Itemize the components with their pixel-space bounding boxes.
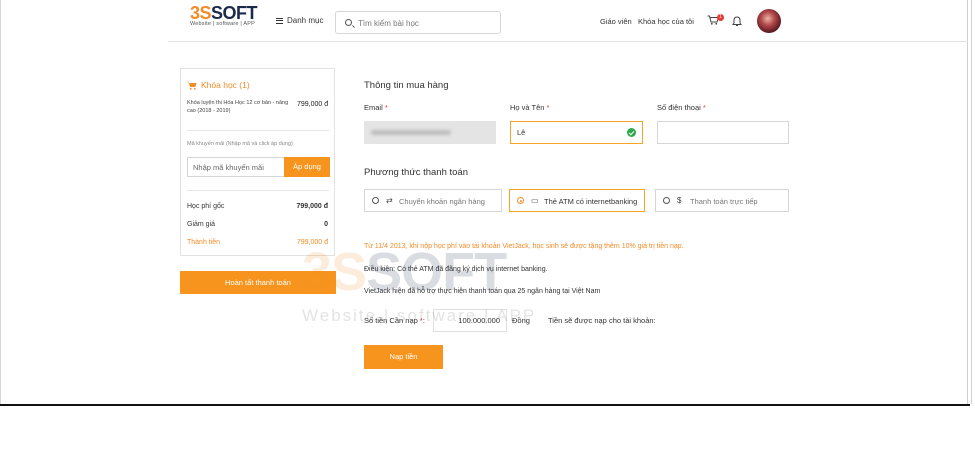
- promo-note: Từ 11/4 2013, khi nộp học phí vào tài kh…: [364, 243, 684, 250]
- radio-selected-icon: [517, 197, 524, 204]
- payment-option-label: Thẻ ATM có internetbanking: [544, 197, 638, 206]
- order-summary-title: Khóa học (1): [187, 80, 250, 90]
- promo-code-input[interactable]: [187, 157, 285, 177]
- transfer-icon: ⇄: [386, 196, 393, 205]
- payment-option-direct[interactable]: $ Thanh toán trực tiếp: [655, 189, 789, 212]
- phone-field[interactable]: [657, 121, 789, 144]
- amount-unit: Đồng: [512, 316, 530, 325]
- user-avatar[interactable]: [757, 9, 781, 33]
- amount-label: Số tiền Cần nạp *:: [364, 316, 425, 325]
- radio-icon: [372, 197, 379, 204]
- phone-label: Số điện thoại *: [657, 103, 706, 112]
- name-label: Họ và Tên *: [510, 103, 550, 112]
- search-box[interactable]: [335, 11, 501, 34]
- bell-icon[interactable]: [732, 16, 742, 27]
- check-icon: [627, 128, 636, 137]
- bank-support-note: VietJack hiện đã hỗ trợ thực hiện thanh …: [364, 288, 601, 295]
- payment-option-label: Chuyển khoản ngân hàng: [399, 197, 485, 206]
- total-label: Thành tiền: [187, 239, 221, 246]
- site-logo[interactable]: 3SSOFT Website | software | APP: [190, 3, 270, 27]
- payment-option-label: Thanh toán trực tiếp: [690, 197, 758, 206]
- divider: [187, 190, 329, 191]
- divider: [187, 130, 329, 131]
- topup-button[interactable]: Nạp tiền: [364, 345, 443, 369]
- page-frame: 3SSOFT Website | software | APP Danh mục…: [0, 0, 975, 456]
- condition-note: Điều kiện: Có thẻ ATM đã đăng ký dịch vụ…: [364, 266, 548, 273]
- promo-hint: Mã khuyến mãi (Nhập mã và click áp dụng): [187, 141, 293, 147]
- payment-option-bank-transfer[interactable]: ⇄ Chuyển khoản ngân hàng: [364, 189, 502, 212]
- logo-tagline: Website | software | APP: [190, 21, 256, 27]
- complete-payment-button[interactable]: Hoàn tất thanh toán: [180, 271, 336, 294]
- course-name: Khóa luyện thi Hóa Học 12 cơ bản - nâng …: [187, 100, 289, 114]
- search-input[interactable]: [358, 16, 496, 30]
- email-field[interactable]: [364, 121, 496, 144]
- dollar-icon: $: [677, 196, 682, 205]
- course-price: 799,000 đ: [297, 101, 329, 108]
- amount-input[interactable]: 100.000.000: [433, 309, 507, 332]
- order-summary-card: Khóa học (1) Khóa luyện thi Hóa Học 12 c…: [180, 68, 335, 256]
- scrollbar-track[interactable]: [967, 0, 968, 404]
- payment-method-title: Phương thức thanh toán: [364, 167, 468, 178]
- top-header: 3SSOFT Website | software | APP Danh mục…: [168, 0, 968, 42]
- apply-promo-button[interactable]: Áp dụng: [284, 157, 330, 177]
- email-label: Email *: [364, 103, 388, 112]
- right-edge-line: [971, 0, 972, 404]
- purchase-info-title: Thông tin mua hàng: [364, 80, 449, 91]
- nav-link-my-courses[interactable]: Khóa học của tôi: [638, 17, 694, 26]
- search-icon: [345, 19, 352, 26]
- total-value: 799,000 đ: [296, 239, 328, 246]
- original-fee-label: Học phí gốc: [187, 203, 225, 210]
- category-menu-button[interactable]: Danh mục: [276, 16, 323, 25]
- hamburger-icon: [276, 17, 283, 24]
- cart-icon: [187, 81, 197, 90]
- nav-link-teacher[interactable]: Giáo viên: [600, 17, 632, 26]
- discount-label: Giảm giá: [187, 221, 216, 228]
- discount-value: 0: [324, 221, 328, 228]
- card-icon: ▭: [531, 196, 539, 205]
- bottom-divider: [0, 404, 970, 406]
- account-label: Tiền sẽ được nạp cho tài khoản:: [548, 316, 656, 325]
- name-field[interactable]: Lê: [510, 121, 643, 144]
- left-edge-line: [0, 0, 1, 404]
- original-fee-value: 799,000 đ: [296, 203, 328, 210]
- payment-option-atm-card[interactable]: ▭ Thẻ ATM có internetbanking: [509, 189, 645, 212]
- order-summary-title-text: Khóa học (1): [201, 80, 250, 90]
- cart-count-badge: 1: [717, 14, 724, 21]
- email-value-redacted: [371, 130, 451, 135]
- category-menu-label: Danh mục: [287, 16, 324, 25]
- logo-wordmark: 3SSOFT: [190, 3, 258, 23]
- name-value: Lê: [517, 128, 526, 137]
- radio-icon: [663, 197, 670, 204]
